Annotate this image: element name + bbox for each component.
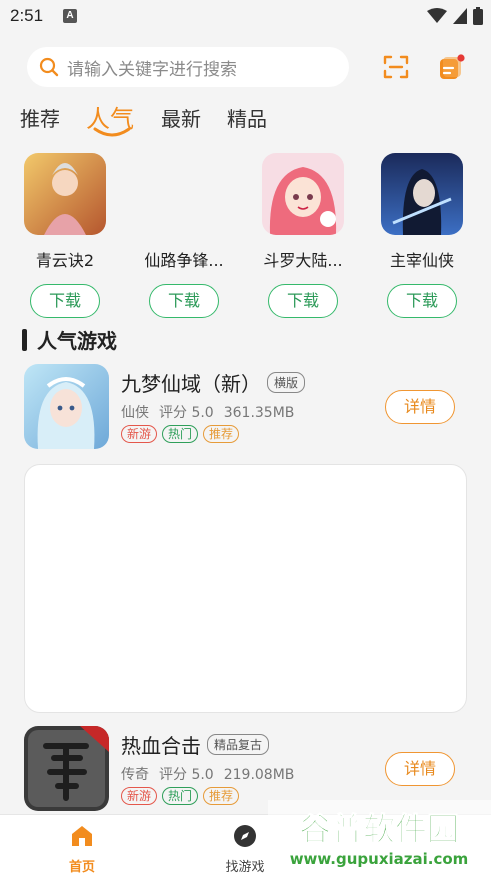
game-size: 219.08MB [223, 767, 295, 783]
status-time: 2:51 [10, 6, 44, 25]
compass-icon [234, 825, 256, 847]
section-header: 人气游戏 [22, 325, 117, 354]
game-title-line: 热血合击 精品复古 [121, 730, 270, 759]
download-manager-icon[interactable] [437, 54, 465, 82]
featured-item[interactable]: 青云诀2 下载 [20, 153, 110, 318]
search-icon [39, 57, 59, 77]
game-thumbnail[interactable] [143, 153, 225, 235]
game-title-line: 九梦仙域（新） 横版 [121, 368, 306, 397]
download-button[interactable]: 下载 [268, 284, 338, 318]
nav-label: 首页 [68, 860, 95, 874]
game-badges: 新游 热门 推荐 [121, 425, 240, 443]
game-meta: 仙侠 评分 5.0 361.35MB [121, 402, 304, 422]
game-score: 评分 5.0 [159, 767, 214, 783]
tab-premium[interactable]: 精品 [227, 103, 267, 132]
game-name: 热血合击 [121, 734, 201, 758]
game-name: 斗罗大陆... [263, 251, 343, 270]
status-bar: 2:51 A [0, 0, 491, 34]
game-icon[interactable] [24, 726, 109, 811]
recommend-badge: 推荐 [203, 425, 240, 443]
tab-label: 最新 [161, 107, 201, 131]
signal-icon [453, 8, 467, 24]
game-list-item[interactable]: 九梦仙域（新） 横版 仙侠 评分 5.0 361.35MB 新游 热门 推荐 详情 [24, 364, 467, 450]
game-genre: 仙侠 [121, 405, 149, 421]
game-name: 主宰仙侠 [389, 251, 454, 270]
featured-item[interactable]: 仙路争锋... 下载 [139, 153, 229, 318]
hot-badge: 热门 [162, 787, 199, 805]
game-icon[interactable] [24, 364, 109, 449]
tab-active-indicator [93, 127, 131, 137]
download-button[interactable]: 下载 [387, 284, 457, 318]
recommend-badge: 推荐 [203, 787, 240, 805]
game-size: 361.35MB [223, 405, 295, 421]
game-meta: 传奇 评分 5.0 219.08MB [121, 764, 304, 784]
game-name: 仙路争锋... [144, 251, 224, 270]
search-input[interactable]: 请输入关键字进行搜索 [67, 55, 237, 80]
tab-recommend[interactable]: 推荐 [20, 103, 60, 132]
game-style-tag: 精品复古 [207, 734, 270, 755]
game-genre: 传奇 [121, 767, 149, 783]
tab-label: 精品 [227, 107, 267, 131]
details-button[interactable]: 详情 [385, 752, 455, 786]
tab-label: 推荐 [20, 107, 60, 131]
game-badges: 新游 热门 推荐 [121, 787, 240, 805]
game-score: 评分 5.0 [159, 405, 214, 421]
featured-item[interactable]: 主宰仙侠 下载 [377, 153, 467, 318]
svg-text:www.gupuxiazai.com: www.gupuxiazai.com [290, 850, 469, 868]
game-thumbnail[interactable] [24, 153, 106, 235]
game-name: 九梦仙域（新） [121, 372, 261, 396]
download-button[interactable]: 下载 [149, 284, 219, 318]
featured-item[interactable]: 斗罗大陆... 下载 [258, 153, 348, 318]
download-button[interactable]: 下载 [30, 284, 100, 318]
game-thumbnail[interactable] [262, 153, 344, 235]
search-bar[interactable]: 请输入关键字进行搜索 [27, 47, 349, 87]
battery-icon [473, 7, 483, 25]
game-style-tag: 横版 [267, 372, 306, 393]
svg-text:谷普软件园: 谷普软件园 [299, 810, 459, 848]
tab-latest[interactable]: 最新 [161, 103, 201, 132]
tab-popular[interactable]: 人气 [86, 99, 134, 137]
new-badge: 新游 [121, 425, 158, 443]
section-title: 人气游戏 [37, 329, 117, 353]
system-icons [427, 7, 483, 25]
section-marker [22, 328, 27, 351]
new-badge: 新游 [121, 787, 158, 805]
nav-home[interactable]: 首页 [42, 823, 122, 874]
scan-icon[interactable] [383, 54, 409, 80]
details-button[interactable]: 详情 [385, 390, 455, 424]
hot-badge: 热门 [162, 425, 199, 443]
wifi-icon [427, 8, 447, 23]
game-name: 青云诀2 [35, 251, 95, 270]
content-card [24, 464, 467, 713]
site-watermark: 谷普软件园 www.gupuxiazai.com [268, 800, 491, 874]
home-icon [72, 826, 92, 846]
game-thumbnail[interactable] [381, 153, 463, 235]
notification-icon: A [63, 9, 77, 23]
